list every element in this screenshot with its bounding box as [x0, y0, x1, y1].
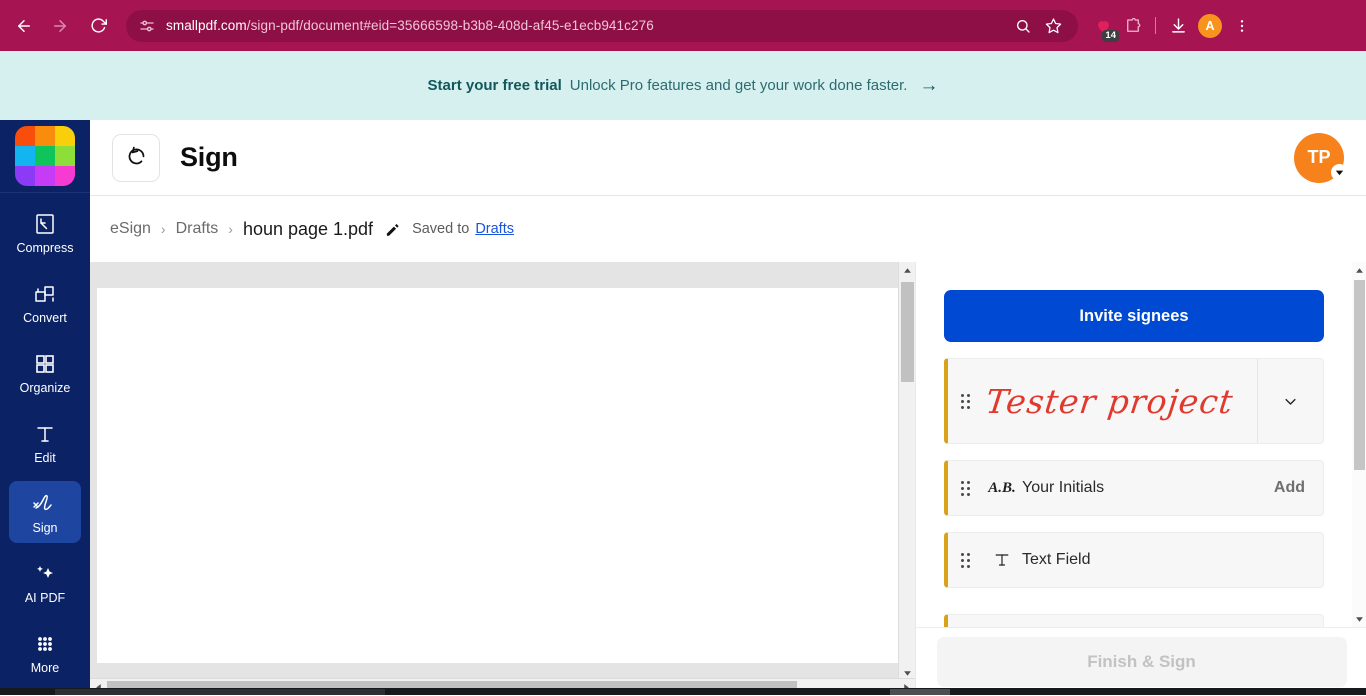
breadcrumb-drafts[interactable]: Drafts [176, 220, 219, 238]
page-title: Sign [180, 142, 238, 173]
sidebar-item-sign[interactable]: Sign [9, 481, 81, 543]
drag-handle-icon[interactable] [948, 481, 982, 496]
scroll-up-arrow-icon[interactable] [899, 262, 916, 279]
sidebar-label-compress: Compress [17, 241, 74, 255]
convert-icon [33, 280, 57, 308]
text-edit-icon [33, 420, 57, 448]
signature-preview-text[interactable]: Tester project [980, 382, 1260, 421]
sidebar-label-organize: Organize [20, 381, 71, 395]
organize-grid-icon [33, 350, 57, 378]
sidebar-item-more[interactable]: More [9, 621, 81, 683]
saved-to-drafts-link[interactable]: Drafts [475, 221, 514, 237]
sidebar-item-edit[interactable]: Edit [9, 411, 81, 473]
drag-handle-icon[interactable] [948, 394, 982, 409]
panel-footer: Finish & Sign [916, 627, 1366, 695]
document-vscroll-thumb[interactable] [901, 282, 914, 382]
drag-handle-icon[interactable] [948, 553, 982, 568]
text-field-label: Text Field [1022, 551, 1090, 569]
scroll-up-arrow-icon[interactable] [1352, 262, 1366, 279]
sidebar-label-ai-pdf: AI PDF [25, 591, 65, 605]
url-text: smallpdf.com/sign-pdf/document#eid=35666… [166, 18, 654, 33]
signature-icon [32, 490, 58, 518]
text-field-row[interactable]: Text Field [944, 532, 1324, 588]
toolbar-divider [1155, 17, 1156, 34]
extension-badge-icon[interactable]: 14 [1088, 11, 1118, 41]
chevron-down-icon[interactable] [1257, 359, 1323, 443]
breadcrumb: eSign › Drafts › houn page 1.pdf Saved t… [90, 196, 1366, 262]
panel-vertical-scrollbar[interactable] [1352, 262, 1366, 628]
breadcrumb-filename: houn page 1.pdf [243, 219, 373, 240]
sidebar-divider [0, 192, 90, 193]
finish-and-sign-button[interactable]: Finish & Sign [937, 637, 1347, 687]
initials-icon: A.B. [982, 480, 1022, 497]
pencil-edit-icon[interactable] [385, 222, 400, 237]
signature-field-row[interactable]: Tester project [944, 358, 1324, 444]
sidebar-label-more: More [31, 661, 59, 675]
search-zoom-icon[interactable] [1008, 11, 1038, 41]
grid-dots-icon [33, 630, 57, 658]
left-sidebar: Compress Convert Organize Edit Sign AI P… [0, 120, 90, 695]
free-trial-banner[interactable]: Start your free trial Unlock Pro feature… [0, 51, 1366, 120]
extensions-puzzle-icon[interactable] [1118, 11, 1148, 41]
undo-icon [126, 145, 147, 171]
initials-glyph: A.B. [988, 480, 1016, 497]
forward-arrow-icon [44, 10, 76, 42]
reload-icon[interactable] [82, 10, 114, 42]
document-canvas[interactable] [90, 262, 915, 695]
user-avatar[interactable]: TP [1294, 133, 1344, 183]
taskbar-window-chip[interactable] [890, 689, 950, 695]
site-settings-icon[interactable] [138, 17, 156, 35]
panel-scroll-region: Invite signees Tester project A.B. Your … [916, 262, 1352, 628]
sidebar-label-convert: Convert [23, 311, 67, 325]
breadcrumb-separator: › [228, 221, 233, 237]
undo-button[interactable] [112, 134, 160, 182]
browser-toolbar: smallpdf.com/sign-pdf/document#eid=35666… [0, 0, 1366, 51]
extension-badge-count: 14 [1102, 30, 1119, 42]
compress-icon [33, 210, 57, 238]
initials-label: Your Initials [1022, 479, 1104, 497]
breadcrumb-separator: › [161, 221, 166, 237]
smallpdf-logo[interactable] [15, 126, 75, 186]
promo-headline: Start your free trial [428, 77, 562, 94]
taskbar-window-chip[interactable] [55, 689, 385, 695]
sidebar-item-convert[interactable]: Convert [9, 271, 81, 333]
sidebar-item-compress[interactable]: Compress [9, 201, 81, 263]
sign-tools-panel: Invite signees Tester project A.B. Your … [915, 262, 1366, 695]
arrow-right-icon[interactable]: → [919, 76, 938, 95]
initials-field-row[interactable]: A.B. Your Initials Add [944, 460, 1324, 516]
add-initials-link[interactable]: Add [1274, 479, 1305, 497]
document-page[interactable] [97, 288, 903, 663]
text-field-icon [982, 550, 1022, 570]
download-icon[interactable] [1163, 11, 1193, 41]
address-bar[interactable]: smallpdf.com/sign-pdf/document#eid=35666… [126, 10, 1078, 42]
browser-actions: 14 A [1080, 11, 1263, 41]
app-header: Sign TP [90, 120, 1366, 196]
three-dot-menu-icon[interactable] [1227, 11, 1257, 41]
breadcrumb-esign[interactable]: eSign [110, 220, 151, 238]
saved-to-label: Saved to [412, 221, 469, 237]
panel-vscroll-thumb[interactable] [1354, 280, 1365, 470]
back-arrow-icon[interactable] [8, 10, 40, 42]
chevron-down-icon[interactable] [1331, 164, 1348, 181]
scroll-down-arrow-icon[interactable] [1352, 611, 1366, 628]
promo-subtext: Unlock Pro features and get your work do… [570, 77, 908, 94]
invite-signees-button[interactable]: Invite signees [944, 290, 1324, 342]
sidebar-item-organize[interactable]: Organize [9, 341, 81, 403]
sidebar-item-ai-pdf[interactable]: AI PDF [9, 551, 81, 613]
star-icon[interactable] [1038, 11, 1068, 41]
os-taskbar [0, 688, 1366, 695]
sidebar-label-edit: Edit [34, 451, 56, 465]
browser-profile-avatar[interactable]: A [1198, 14, 1222, 38]
sparkles-icon [32, 560, 58, 588]
document-vertical-scrollbar[interactable] [898, 262, 915, 682]
sidebar-label-sign: Sign [32, 521, 57, 535]
